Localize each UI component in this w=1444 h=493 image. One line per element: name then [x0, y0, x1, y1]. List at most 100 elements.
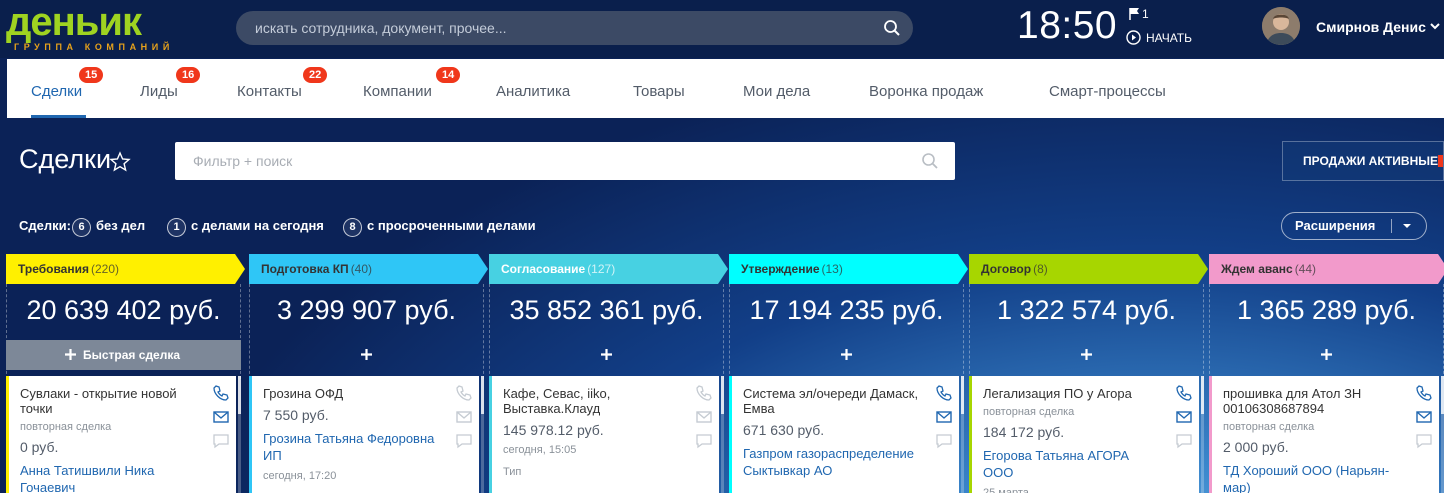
tab-label: Воронка продаж — [869, 83, 984, 100]
page-title: Сделки — [19, 144, 112, 174]
deal-card[interactable]: Кафе, Севас, iiko, Выставка.Клауд 145 978… — [489, 376, 719, 493]
scrollbar-thumb[interactable] — [721, 376, 724, 414]
column-scrollbar[interactable] — [961, 376, 964, 493]
column-title: Договор (8) — [981, 262, 1048, 276]
phone-icon[interactable] — [1415, 384, 1433, 402]
deal-client-link[interactable]: Грозина Татьяна Федоровна ИП — [263, 430, 443, 464]
column-header[interactable]: Договор (8) — [969, 254, 1209, 284]
mail-icon[interactable] — [935, 408, 953, 426]
deal-client-link[interactable]: Анна Татишвили Ника Гочаевич — [20, 462, 200, 493]
column-header[interactable]: Ждем аванс (44) — [1209, 254, 1444, 284]
chat-icon[interactable] — [455, 432, 473, 450]
phone-icon[interactable] — [212, 384, 230, 402]
column-title: Ждем аванс (44) — [1221, 262, 1316, 276]
chat-icon[interactable] — [1415, 432, 1433, 450]
column-scrollbar[interactable] — [238, 376, 241, 493]
mail-icon[interactable] — [695, 408, 713, 426]
clock-time[interactable]: 18:50 — [1017, 4, 1117, 48]
phone-icon[interactable] — [695, 384, 713, 402]
add-deal-button[interactable] — [969, 340, 1204, 370]
deal-card[interactable]: Грозина ОФД 7 550 руб. Грозина Татьяна Фед… — [249, 376, 479, 493]
active-tab-underline — [31, 115, 86, 118]
extensions-dropdown[interactable]: Расширения — [1281, 212, 1427, 240]
deal-amount: 671 630 руб. — [743, 422, 825, 438]
counter-overdue-tasks[interactable]: 8 с просроченными делами — [343, 218, 536, 238]
deal-amount: 0 руб. — [20, 439, 59, 455]
mail-icon[interactable] — [212, 408, 230, 426]
tab-deals[interactable]: Сделки 15 — [31, 59, 104, 118]
deal-card[interactable]: прошивка для Атол ЗН 00106308687894 повто… — [1209, 376, 1439, 493]
column-count: (40) — [350, 262, 373, 276]
deal-card-body: Система эл/очереди Дамаск, Емва 671 630 р… — [743, 386, 923, 479]
deal-client-link[interactable]: ТД Хороший ООО (Нарьян-мар) — [1223, 462, 1403, 493]
deal-title[interactable]: прошивка для Атол ЗН 00106308687894 — [1223, 386, 1403, 416]
deal-amount: 145 978.12 руб. — [503, 422, 604, 438]
global-search-input[interactable]: искать сотрудника, документ, прочее... — [236, 11, 913, 45]
filter-search-input[interactable]: Фильтр + поиск — [175, 142, 955, 180]
column-header[interactable]: Согласование (127) — [489, 254, 729, 284]
deal-card[interactable]: Сувлаки - открытие новой точки повторная … — [6, 376, 236, 493]
deal-client-link[interactable]: Егорова Татьяна АГОРА ООО — [983, 447, 1163, 481]
deal-type: повторная сделка — [983, 406, 1075, 418]
sales-pipeline-button[interactable]: ПРОДАЖИ АКТИВНЫЕ — [1282, 141, 1444, 181]
scrollbar-thumb[interactable] — [1201, 376, 1204, 414]
company-logo[interactable]: деньик ГРУППА КОМПАНИЙ — [6, 0, 182, 56]
add-deal-button[interactable] — [1209, 340, 1444, 370]
kanban-column-confirmation: Утверждение (13) 17 194 235 руб. Система эл… — [729, 254, 968, 493]
column-scrollbar[interactable] — [721, 376, 724, 493]
star-icon[interactable] — [109, 151, 131, 173]
user-avatar[interactable] — [1262, 7, 1300, 45]
tab-label: Контакты — [237, 83, 302, 100]
chevron-down-icon[interactable] — [1429, 21, 1441, 31]
add-deal-button[interactable] — [489, 340, 724, 370]
counter-no-tasks[interactable]: 6 без дел — [72, 218, 145, 238]
scrollbar-thumb[interactable] — [481, 376, 484, 414]
add-deal-button[interactable] — [249, 340, 484, 370]
mail-icon[interactable] — [455, 408, 473, 426]
deal-title[interactable]: Легализация ПО у Агора — [983, 386, 1163, 401]
deal-card[interactable]: Система эл/очереди Дамаск, Емва 671 630 р… — [729, 376, 959, 493]
tab-badge: 22 — [303, 67, 328, 83]
column-title-text: Утверждение — [741, 262, 820, 276]
phone-icon[interactable] — [935, 384, 953, 402]
deal-client-link[interactable]: Газпром газораспределение Сыктывкар АО — [743, 445, 923, 479]
deal-card-actions — [455, 384, 477, 464]
chat-icon[interactable] — [212, 432, 230, 450]
column-header[interactable]: Подготовка КП (40) — [249, 254, 489, 284]
phone-icon[interactable] — [455, 384, 473, 402]
deal-card[interactable]: Легализация ПО у Агора повторная сделка 18… — [969, 376, 1199, 493]
mail-icon[interactable] — [1415, 408, 1433, 426]
tab-badge: 16 — [176, 67, 201, 83]
kanban-column-approval: Согласование (127) 35 852 361 руб. Кафе, Се… — [489, 254, 728, 493]
counters-label: Сделки: — [19, 218, 71, 233]
column-header[interactable]: Утверждение (13) — [729, 254, 969, 284]
deal-title[interactable]: Грозина ОФД — [263, 386, 443, 401]
quick-deal-button[interactable]: Быстрая сделка — [6, 340, 241, 370]
logo-main-text: деньик — [6, 0, 142, 44]
counter-today-tasks[interactable]: 1 с делами на сегодня — [167, 218, 324, 238]
column-title: Согласование (127) — [501, 262, 615, 276]
phone-icon[interactable] — [1175, 384, 1193, 402]
scrollbar-thumb[interactable] — [961, 376, 964, 414]
deal-date: 25 марта — [983, 487, 1029, 493]
column-header[interactable]: Требования (220) — [6, 254, 246, 284]
chevron-down-icon[interactable] — [1402, 221, 1412, 231]
add-deal-button[interactable] — [729, 340, 964, 370]
chat-icon[interactable] — [935, 432, 953, 450]
counter-badge: 8 — [343, 218, 362, 237]
column-title: Утверждение (13) — [741, 262, 843, 276]
plus-icon — [361, 349, 372, 360]
deal-title[interactable]: Кафе, Севас, iiko, Выставка.Клауд — [503, 386, 683, 416]
user-name[interactable]: Смирнов Денис — [1316, 19, 1426, 35]
chat-icon[interactable] — [1175, 432, 1193, 450]
mail-icon[interactable] — [1175, 408, 1193, 426]
scrollbar-thumb[interactable] — [238, 376, 241, 414]
tab-badge: 14 — [436, 67, 461, 83]
deal-title[interactable]: Сувлаки - открытие новой точки — [20, 386, 200, 416]
column-scrollbar[interactable] — [481, 376, 484, 493]
search-icon[interactable] — [883, 19, 901, 37]
deal-title[interactable]: Система эл/очереди Дамаск, Емва — [743, 386, 923, 416]
search-icon[interactable] — [921, 152, 939, 170]
column-scrollbar[interactable] — [1201, 376, 1204, 493]
chat-icon[interactable] — [695, 432, 713, 450]
